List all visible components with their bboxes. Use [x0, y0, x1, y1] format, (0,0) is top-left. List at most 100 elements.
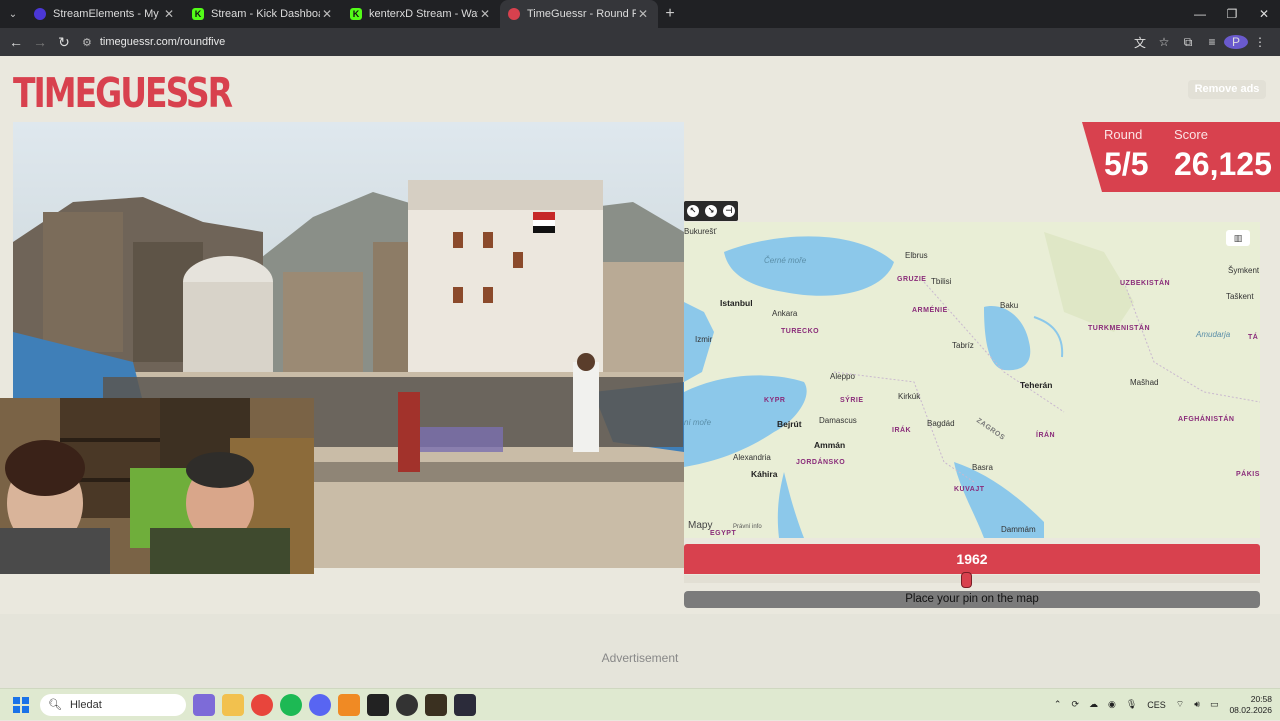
- close-tab-icon[interactable]: ✕: [636, 7, 650, 21]
- language-indicator[interactable]: CES: [1147, 700, 1166, 710]
- map-label: Káhira: [751, 469, 778, 479]
- media-icon[interactable]: ≡: [1200, 35, 1224, 49]
- pin-map-icon[interactable]: ⊣: [723, 205, 735, 217]
- map-label: ÍRÁN: [1036, 432, 1056, 439]
- map-legal-link[interactable]: Právní info: [733, 524, 762, 530]
- map-label: Elbrus: [905, 251, 928, 260]
- file-explorer-icon[interactable]: [222, 693, 244, 716]
- map-label: Teherán: [1020, 380, 1053, 390]
- new-tab-button[interactable]: +: [658, 5, 682, 23]
- app-icon[interactable]: [425, 693, 447, 716]
- map-label: TURKMENISTÁN: [1088, 325, 1150, 332]
- year-slider-thumb[interactable]: [961, 572, 973, 588]
- map-label: AFGHÁNISTÁN: [1178, 416, 1235, 423]
- extensions-icon[interactable]: ⧉: [1176, 35, 1200, 50]
- map-label: TÁ: [1248, 334, 1259, 341]
- tab-kick-dashboard[interactable]: K Stream - Kick Dashboard ✕: [184, 0, 342, 28]
- url-field[interactable]: ⚙ timeguessr.com/roundfive: [82, 36, 1092, 49]
- map-label: Amudarja: [1196, 330, 1231, 339]
- microphone-icon[interactable]: 🎙︎: [1126, 699, 1137, 710]
- advertisement-label: Advertisement: [601, 651, 679, 665]
- expand-map-icon[interactable]: ↖: [687, 205, 699, 217]
- remove-ads-button[interactable]: Remove ads: [1188, 80, 1266, 99]
- advertisement-area: Advertisement: [0, 614, 1280, 688]
- map-label: KYPR: [764, 397, 786, 404]
- restore-icon[interactable]: ❐: [1216, 0, 1248, 28]
- taskbar-clock[interactable]: 20:58 08.02.2026: [1229, 694, 1272, 716]
- network-icon[interactable]: ◉: [1108, 699, 1116, 710]
- map-label: Šymkent: [1228, 266, 1260, 275]
- chrome-icon[interactable]: [251, 693, 273, 716]
- cloud-icon[interactable]: ☁: [1089, 699, 1098, 710]
- taskbar-search-field[interactable]: 🔍︎ Hledat: [40, 693, 186, 716]
- round-score-panel: Round 5/5 Score 26,125: [1082, 122, 1280, 192]
- close-tab-icon[interactable]: ✕: [478, 7, 492, 21]
- site-info-icon[interactable]: ⚙: [82, 36, 92, 49]
- webcam-video-image: [0, 398, 314, 574]
- close-window-icon[interactable]: ✕: [1248, 0, 1280, 28]
- windows-taskbar: 🔍︎ Hledat ⌃ ⟳ ☁ ◉ 🎙︎ CES ⌔ 🔊︎ ▭ 20:58 08…: [0, 688, 1280, 720]
- map-label: TURECKO: [781, 328, 820, 335]
- profile-avatar[interactable]: P: [1224, 35, 1248, 49]
- map-label: Damascus: [819, 416, 857, 425]
- sync-icon[interactable]: ⟳: [1071, 699, 1079, 710]
- tray-overflow-icon[interactable]: ⌃: [1054, 699, 1062, 710]
- map-attribution-brand-text: Mapy: [688, 520, 713, 531]
- bookmark-star-icon[interactable]: ☆: [1152, 35, 1176, 49]
- volume-icon[interactable]: 🔊︎: [1194, 699, 1200, 710]
- map-label: Ammán: [814, 440, 846, 450]
- map-label: Bejrút: [777, 419, 802, 429]
- map-label: Alexandria: [733, 453, 771, 462]
- kick-icon: K: [350, 8, 362, 20]
- battery-icon[interactable]: ▭: [1210, 699, 1219, 710]
- browser-tab-bar: ⌄ StreamElements - My dashboar ✕ K Strea…: [0, 0, 1280, 28]
- wifi-icon[interactable]: ⌔: [1176, 699, 1184, 710]
- close-tab-icon[interactable]: ✕: [320, 7, 334, 21]
- window-controls: — ❐ ✕: [1184, 0, 1280, 28]
- map-layers-icon[interactable]: ▥: [1226, 230, 1250, 246]
- tab-timeguessr[interactable]: TimeGuessr - Round Five ✕: [500, 0, 658, 28]
- map-label: Basra: [972, 463, 993, 472]
- vlc-icon[interactable]: [338, 693, 360, 716]
- map-size-controls: ↖ ↘ ⊣: [684, 201, 738, 221]
- spotify-icon[interactable]: [280, 693, 302, 716]
- shrink-map-icon[interactable]: ↘: [705, 205, 717, 217]
- map-label: Bukurešť: [684, 227, 717, 236]
- map-label: UZBEKISTÁN: [1120, 280, 1171, 287]
- map-label: Ankara: [772, 309, 798, 318]
- forward-icon[interactable]: →: [28, 34, 52, 50]
- minimize-icon[interactable]: —: [1184, 0, 1216, 28]
- map-label: Aleppo: [830, 372, 855, 381]
- discord-icon[interactable]: [309, 693, 331, 716]
- search-icon: 🔍︎: [48, 699, 62, 711]
- tab-kick-stream[interactable]: K kenterxD Stream - Watch Live o ✕: [342, 0, 500, 28]
- reload-icon[interactable]: ↻: [52, 34, 76, 51]
- app-icon[interactable]: [454, 693, 476, 716]
- tab-title: TimeGuessr - Round Five: [527, 8, 636, 20]
- translate-icon[interactable]: 文: [1128, 34, 1152, 51]
- map-attribution-brand: Mapy: [688, 520, 712, 531]
- map-label: Baku: [1000, 301, 1019, 310]
- streamelements-icon: [34, 8, 46, 20]
- streamlabs-icon[interactable]: [367, 693, 389, 716]
- guess-map[interactable]: Bukurešť Černé moře Elbrus GRUZIE Tbilis…: [684, 222, 1260, 538]
- timeguessr-logo[interactable]: TIMEGUESSR: [13, 68, 233, 117]
- system-tray: ⌃ ⟳ ☁ ◉ 🎙︎ CES ⌔ 🔊︎ ▭ 20:58 08.02.2026: [1049, 694, 1280, 716]
- obs-icon[interactable]: [396, 693, 418, 716]
- close-tab-icon[interactable]: ✕: [162, 7, 176, 21]
- tab-search-icon[interactable]: ⌄: [0, 0, 26, 28]
- windows-start-icon[interactable]: [6, 689, 36, 721]
- search-placeholder: Hledat: [69, 698, 102, 711]
- tab-title: Stream - Kick Dashboard: [211, 8, 320, 20]
- map-label: Tabríz: [952, 341, 974, 350]
- kick-icon: K: [192, 8, 204, 20]
- tab-streamelements[interactable]: StreamElements - My dashboar ✕: [26, 0, 184, 28]
- back-icon[interactable]: ←: [4, 34, 28, 50]
- map-label: Istanbul: [720, 298, 753, 308]
- url-text: timeguessr.com/roundfive: [99, 36, 226, 48]
- map-label: ARMÉNIE: [912, 307, 948, 314]
- copilot-icon[interactable]: [193, 693, 215, 716]
- menu-icon[interactable]: ⋮: [1248, 35, 1272, 49]
- address-bar: ← → ↻ ⚙ timeguessr.com/roundfive 文 ☆ ⧉ ≡…: [0, 28, 1280, 56]
- place-pin-button[interactable]: Place your pin on the map: [684, 591, 1260, 608]
